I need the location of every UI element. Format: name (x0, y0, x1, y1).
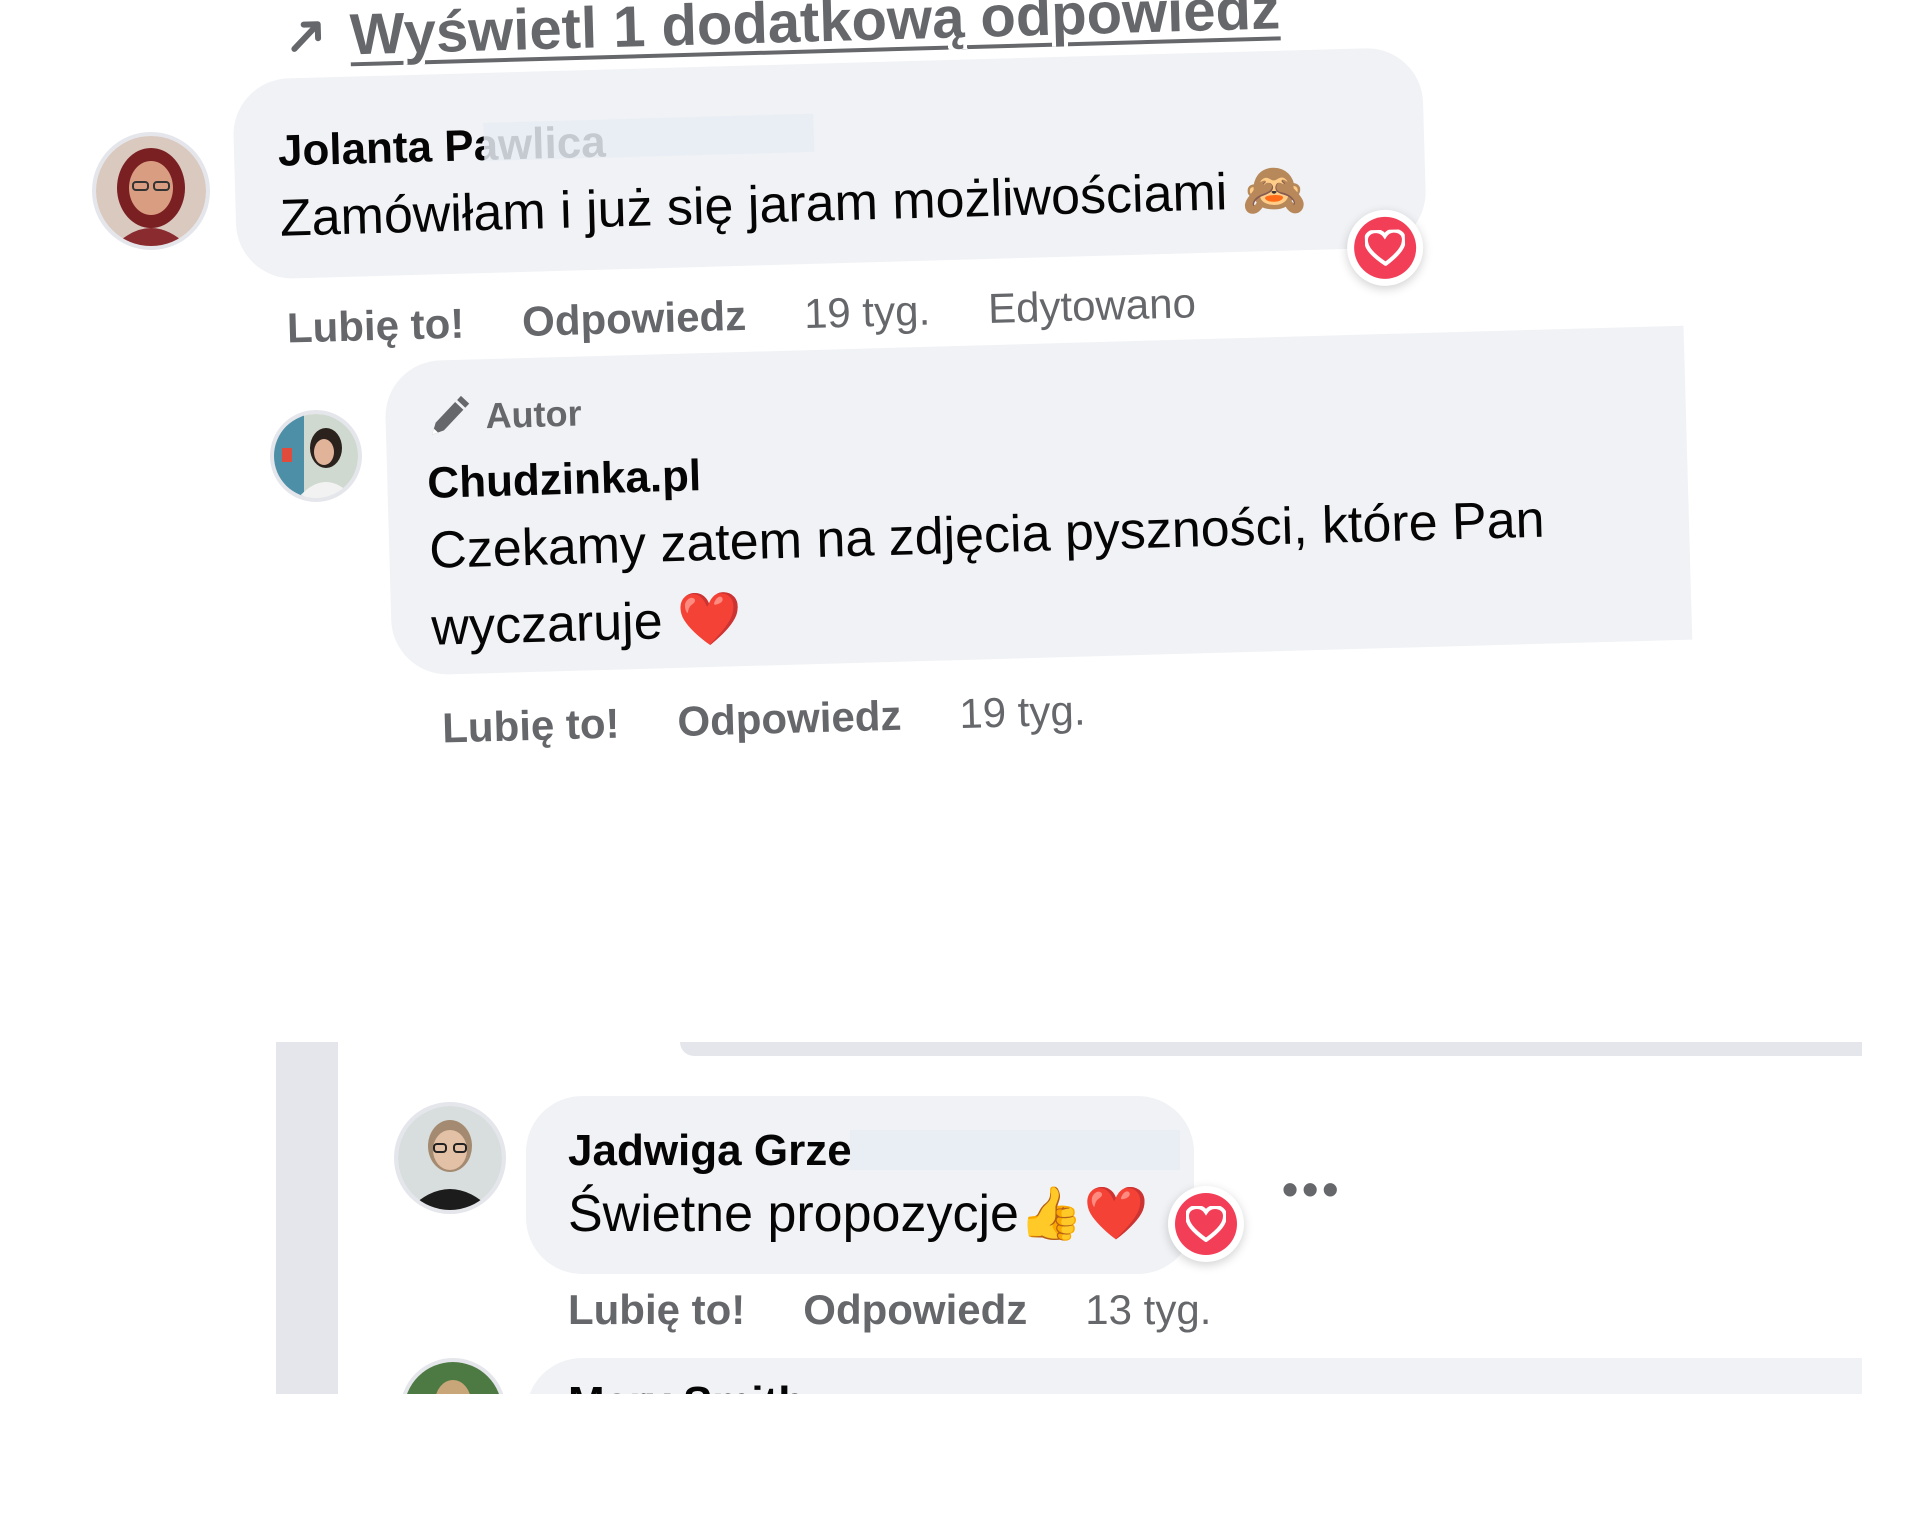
avatar-jolanta[interactable] (92, 132, 210, 250)
like-button[interactable]: Lubię to! (286, 300, 465, 353)
avatar-photo (404, 1362, 502, 1394)
comment-chudzinka: Autor Chudzinka.pl Czekamy zatem na zdję… (384, 325, 1695, 762)
reply-button[interactable]: Odpowiedz (521, 292, 746, 346)
comment-actions: Lubię to! Odpowiedz 13 tyg. (568, 1286, 1269, 1334)
author-badge: Autor (425, 391, 582, 441)
reply-button[interactable]: Odpowiedz (677, 692, 902, 746)
thread-indent-panel (276, 1042, 338, 1394)
edited-label[interactable]: Edytowano (987, 279, 1196, 333)
like-button[interactable]: Lubię to! (442, 700, 621, 753)
comment-author-name[interactable]: Chudzinka.pl (427, 451, 702, 509)
author-badge-label: Autor (484, 392, 583, 437)
comment-actions: Lubię to! Odpowiedz 19 tyg. (442, 685, 1144, 753)
comment-jolanta: Jolanta Pawlica Zamówiłam i już się jara… (232, 46, 1438, 352)
heart-reaction-badge[interactable] (1346, 208, 1425, 287)
avatar-photo (398, 1106, 502, 1210)
comment-text: Świetne propozycje👍❤️ (568, 1185, 1149, 1243)
like-button[interactable]: Lubię to! (568, 1286, 745, 1334)
avatar-jadwiga[interactable] (394, 1102, 506, 1214)
comment-timestamp[interactable]: 13 tyg. (1085, 1286, 1211, 1334)
avatar-photo (274, 414, 358, 498)
thread-divider (680, 1042, 1862, 1056)
more-icon[interactable]: ••• (1282, 1162, 1342, 1216)
avatar-photo (96, 136, 206, 246)
avatar-mary[interactable] (400, 1358, 506, 1394)
heart-reaction-badge[interactable] (1168, 1186, 1244, 1262)
avatar-chudzinka[interactable] (270, 410, 362, 502)
comment-timestamp[interactable]: 19 tyg. (803, 287, 930, 339)
reply-arrow-icon (290, 18, 325, 53)
cropped-comment: Mary Smith (394, 1358, 1862, 1394)
pen-icon (432, 395, 470, 435)
heart-icon (1186, 1206, 1226, 1242)
redaction-box (850, 1130, 1180, 1170)
comment-author-name[interactable]: Mary Smith (568, 1378, 805, 1394)
comment-timestamp[interactable]: 19 tyg. (959, 687, 1086, 739)
comment-author-name[interactable]: Jadwiga Grze (568, 1126, 852, 1176)
reply-button[interactable]: Odpowiedz (803, 1286, 1027, 1334)
heart-icon (1364, 229, 1406, 267)
